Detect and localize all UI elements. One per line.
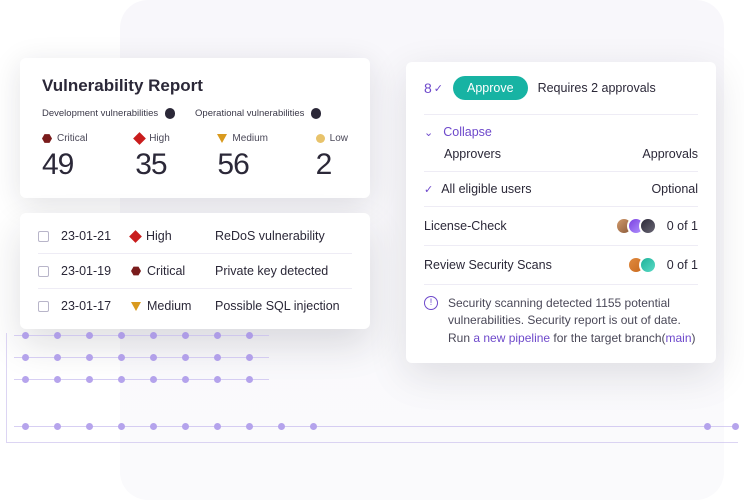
trend-chart bbox=[6, 333, 738, 443]
approval-label: License-Check bbox=[424, 219, 507, 233]
medium-icon bbox=[131, 302, 141, 311]
vuln-row[interactable]: 23-01-17 Medium Possible SQL injection bbox=[38, 288, 352, 323]
approvals-badge-number: 8 bbox=[424, 80, 432, 96]
dev-vulns-label: Development vulnerabilities bbox=[42, 108, 158, 119]
warning-icon: ! bbox=[424, 296, 438, 310]
col-approvers: Approvers bbox=[444, 147, 501, 161]
vuln-severity: Medium bbox=[147, 299, 191, 313]
severity-label: Low bbox=[330, 133, 348, 144]
approvals-header: 8 ✓ Approve Requires 2 approvals bbox=[424, 76, 698, 115]
vuln-row[interactable]: 23-01-21 High ReDoS vulnerability bbox=[38, 219, 352, 253]
chart-line bbox=[14, 357, 269, 358]
op-vulns-tab[interactable]: Operational vulnerabilities bbox=[195, 108, 321, 119]
chart-line bbox=[14, 335, 269, 336]
approvals-panel: 8 ✓ Approve Requires 2 approvals ⌄ Colla… bbox=[406, 62, 716, 363]
checkbox[interactable] bbox=[38, 301, 49, 312]
approval-value: 0 of 1 bbox=[667, 219, 698, 233]
low-icon bbox=[316, 134, 325, 143]
severity-label: Critical bbox=[57, 133, 88, 144]
avatar-group bbox=[627, 256, 657, 274]
approval-label: Review Security Scans bbox=[424, 258, 552, 272]
chart-line bbox=[14, 426, 738, 427]
check-icon: ✓ bbox=[424, 183, 433, 196]
critical-icon bbox=[42, 134, 52, 144]
severity-medium: Medium 56 bbox=[217, 133, 268, 182]
severity-count: 2 bbox=[316, 148, 348, 182]
approvals-requires: Requires 2 approvals bbox=[538, 81, 656, 95]
approvals-badge: 8 ✓ bbox=[424, 80, 443, 96]
approval-value: 0 of 1 bbox=[667, 258, 698, 272]
collapse-toggle[interactable]: ⌄ Collapse bbox=[424, 125, 698, 139]
report-tabs: Development vulnerabilities Operational … bbox=[42, 108, 348, 119]
approval-value: Optional bbox=[651, 182, 698, 196]
vuln-date: 23-01-17 bbox=[61, 299, 119, 313]
critical-icon bbox=[131, 266, 141, 276]
approval-row-license: License-Check 0 of 1 bbox=[424, 207, 698, 246]
severity-high: High 35 bbox=[135, 133, 170, 182]
high-icon bbox=[133, 132, 146, 145]
checkbox[interactable] bbox=[38, 231, 49, 242]
vulnerability-report-card: Vulnerability Report Development vulnera… bbox=[20, 58, 370, 198]
high-icon bbox=[129, 230, 142, 243]
avatar bbox=[639, 217, 657, 235]
vuln-description: Private key detected bbox=[215, 264, 352, 278]
approvals-collapse-section: ⌄ Collapse Approvers Approvals bbox=[424, 115, 698, 172]
severity-low: Low 2 bbox=[316, 133, 348, 182]
collapse-label: Collapse bbox=[443, 125, 492, 139]
medium-icon bbox=[217, 134, 227, 143]
vuln-description: ReDoS vulnerability bbox=[215, 229, 352, 243]
col-approvals: Approvals bbox=[642, 147, 698, 161]
severity-count: 56 bbox=[217, 148, 268, 182]
approvals-columns: Approvers Approvals bbox=[424, 147, 698, 161]
checkbox[interactable] bbox=[38, 266, 49, 277]
severity-label: Medium bbox=[232, 133, 268, 144]
check-icon: ✓ bbox=[434, 82, 443, 95]
chart-line bbox=[14, 379, 269, 380]
op-vulns-label: Operational vulnerabilities bbox=[195, 108, 304, 119]
approve-button[interactable]: Approve bbox=[453, 76, 528, 100]
vuln-date: 23-01-21 bbox=[61, 229, 119, 243]
approval-row-security: Review Security Scans 0 of 1 bbox=[424, 246, 698, 285]
dev-vulns-tab[interactable]: Development vulnerabilities bbox=[42, 108, 175, 119]
vuln-severity: Critical bbox=[147, 264, 185, 278]
severity-count: 49 bbox=[42, 148, 88, 182]
severity-summary-row: Critical 49 High 35 Medium 56 Low 2 bbox=[42, 133, 348, 182]
severity-critical: Critical 49 bbox=[42, 133, 88, 182]
approval-row-eligible: ✓ All eligible users Optional bbox=[424, 172, 698, 207]
vulnerability-list: 23-01-21 High ReDoS vulnerability 23-01-… bbox=[20, 213, 370, 329]
axis-y bbox=[6, 333, 7, 443]
vuln-row[interactable]: 23-01-19 Critical Private key detected bbox=[38, 253, 352, 288]
severity-label: High bbox=[149, 133, 170, 144]
axis-x bbox=[6, 442, 738, 443]
avatar bbox=[639, 256, 657, 274]
chevron-down-icon: ⌄ bbox=[424, 126, 433, 139]
severity-count: 35 bbox=[135, 148, 170, 182]
vuln-severity: High bbox=[146, 229, 172, 243]
approval-label: All eligible users bbox=[441, 182, 531, 196]
dev-vulns-count-pill bbox=[165, 108, 175, 119]
vuln-date: 23-01-19 bbox=[61, 264, 119, 278]
avatar-group bbox=[615, 217, 657, 235]
report-title: Vulnerability Report bbox=[42, 76, 348, 96]
op-vulns-count-pill bbox=[311, 108, 321, 119]
vuln-description: Possible SQL injection bbox=[215, 299, 352, 313]
